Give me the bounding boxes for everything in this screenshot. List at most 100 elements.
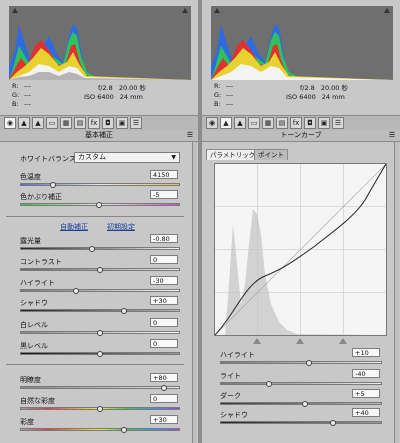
tab-tone-curve[interactable]: ▲: [220, 117, 232, 129]
tab-basic[interactable]: ◉: [206, 117, 218, 129]
highlight-clipping-icon[interactable]: [383, 7, 391, 14]
white-balance-value: カスタム: [78, 153, 106, 161]
temperature-thumb[interactable]: [50, 182, 56, 188]
shadow-clipping-icon[interactable]: [11, 7, 19, 14]
whites-label: 白レベル: [20, 321, 48, 329]
tab-presets[interactable]: ▣: [116, 117, 128, 129]
curve-shadows-label: シャドウ: [220, 411, 248, 419]
divider: [6, 216, 184, 217]
saturation-thumb[interactable]: [121, 427, 127, 433]
tab-snapshots[interactable]: ☰: [332, 117, 344, 129]
exposure-slider[interactable]: [20, 247, 180, 250]
vibrance-thumb[interactable]: [97, 406, 103, 412]
tab-snapshots[interactable]: ☰: [130, 117, 142, 129]
highlights-thumb[interactable]: [73, 288, 79, 294]
split-point-shadows[interactable]: [253, 338, 261, 344]
tab-camera-calibration[interactable]: ◘: [304, 117, 316, 129]
split-point-highlights[interactable]: [339, 338, 347, 344]
histogram: [211, 6, 393, 80]
shadows-thumb[interactable]: [121, 308, 127, 314]
vibrance-label: 自然な彩度: [20, 397, 55, 405]
curve-lights-label: ライト: [220, 372, 241, 380]
curve-darks-thumb[interactable]: [302, 401, 308, 407]
tint-label: 色かぶり補正: [20, 193, 62, 201]
scrollbar[interactable]: [394, 142, 399, 443]
tab-hsl[interactable]: ▭: [46, 117, 58, 129]
curve-shadows-slider[interactable]: [220, 421, 382, 424]
highlights-slider[interactable]: [20, 289, 180, 292]
blacks-value[interactable]: 0: [150, 339, 178, 348]
curve-lights-value[interactable]: -40: [352, 369, 380, 378]
g-value: ---: [24, 91, 32, 99]
auto-link[interactable]: 自動補正: [60, 222, 88, 232]
split-point-midtones[interactable]: [296, 338, 304, 344]
saturation-value[interactable]: +30: [150, 415, 178, 424]
curve-darks-label: ダーク: [220, 392, 241, 400]
curve-shadows-thumb[interactable]: [330, 420, 336, 426]
iso: ISO 6400: [286, 93, 316, 101]
subtab-point[interactable]: ポイント: [254, 149, 288, 160]
tone-curve-graph[interactable]: [214, 163, 387, 336]
blacks-thumb[interactable]: [97, 351, 103, 357]
b-label: B:: [12, 100, 19, 108]
contrast-thumb[interactable]: [97, 267, 103, 273]
tint-value[interactable]: -5: [150, 190, 178, 199]
curve-highlights-thumb[interactable]: [306, 360, 312, 366]
curve-lights-thumb[interactable]: [266, 381, 272, 387]
tab-split-toning[interactable]: ▦: [60, 117, 72, 129]
chevron-down-icon: ▼: [171, 154, 176, 161]
curve-darks-value[interactable]: +5: [352, 389, 380, 398]
default-link[interactable]: 初期設定: [107, 222, 135, 232]
temperature-slider[interactable]: [20, 183, 180, 186]
scrollbar[interactable]: [192, 142, 197, 443]
tint-thumb[interactable]: [96, 202, 102, 208]
shadows-value[interactable]: +30: [150, 296, 178, 305]
highlight-clipping-icon[interactable]: [181, 7, 189, 14]
tab-split-toning[interactable]: ▦: [262, 117, 274, 129]
exposure-value[interactable]: -0.80: [150, 234, 178, 243]
tab-tone-curve[interactable]: ▲: [18, 117, 30, 129]
contrast-value[interactable]: 0: [150, 255, 178, 264]
curve-highlights-label: ハイライト: [220, 351, 255, 359]
exposure-label: 露光量: [20, 237, 41, 245]
whites-value[interactable]: 0: [150, 318, 178, 327]
tab-lens[interactable]: ▤: [74, 117, 86, 129]
tab-effects[interactable]: fx: [290, 117, 302, 129]
tab-presets[interactable]: ▣: [318, 117, 330, 129]
contrast-label: コントラスト: [20, 258, 62, 266]
saturation-slider[interactable]: [20, 428, 180, 431]
section-title-tone-curve: トーンカーブ ☰: [202, 130, 400, 142]
temperature-value[interactable]: 4150: [150, 170, 178, 179]
clarity-value[interactable]: +80: [150, 373, 178, 382]
highlights-label: ハイライト: [20, 279, 55, 287]
white-balance-select[interactable]: カスタム ▼: [74, 152, 180, 163]
g-label: G:: [214, 91, 222, 99]
tab-hsl[interactable]: ▭: [248, 117, 260, 129]
vibrance-value[interactable]: 0: [150, 394, 178, 403]
tab-detail[interactable]: ▲: [234, 117, 246, 129]
curve-highlights-value[interactable]: +10: [352, 348, 380, 357]
tab-lens[interactable]: ▤: [276, 117, 288, 129]
shadow-clipping-icon[interactable]: [213, 7, 221, 14]
tab-effects[interactable]: fx: [88, 117, 100, 129]
section-title-text: 基本補正: [85, 131, 113, 139]
panel-menu-icon[interactable]: ☰: [186, 131, 194, 139]
b-value: ---: [24, 100, 32, 108]
whites-thumb[interactable]: [97, 330, 103, 336]
highlights-value[interactable]: -30: [150, 276, 178, 285]
r-label: R:: [214, 82, 221, 90]
subtab-parametric[interactable]: パラメトリック: [206, 149, 260, 160]
panel-menu-icon[interactable]: ☰: [388, 131, 396, 139]
curve-highlights-slider[interactable]: [220, 361, 382, 364]
shadows-slider[interactable]: [20, 309, 180, 312]
curve-darks-slider[interactable]: [220, 402, 382, 405]
clarity-thumb[interactable]: [161, 385, 167, 391]
tab-basic[interactable]: ◉: [4, 117, 16, 129]
b-value: ---: [226, 100, 234, 108]
exposure-thumb[interactable]: [89, 246, 95, 252]
tab-camera-calibration[interactable]: ◘: [102, 117, 114, 129]
tab-detail[interactable]: ▲: [32, 117, 44, 129]
curve-lights-slider[interactable]: [220, 382, 382, 385]
clarity-slider[interactable]: [20, 386, 180, 389]
curve-shadows-value[interactable]: +40: [352, 408, 380, 417]
